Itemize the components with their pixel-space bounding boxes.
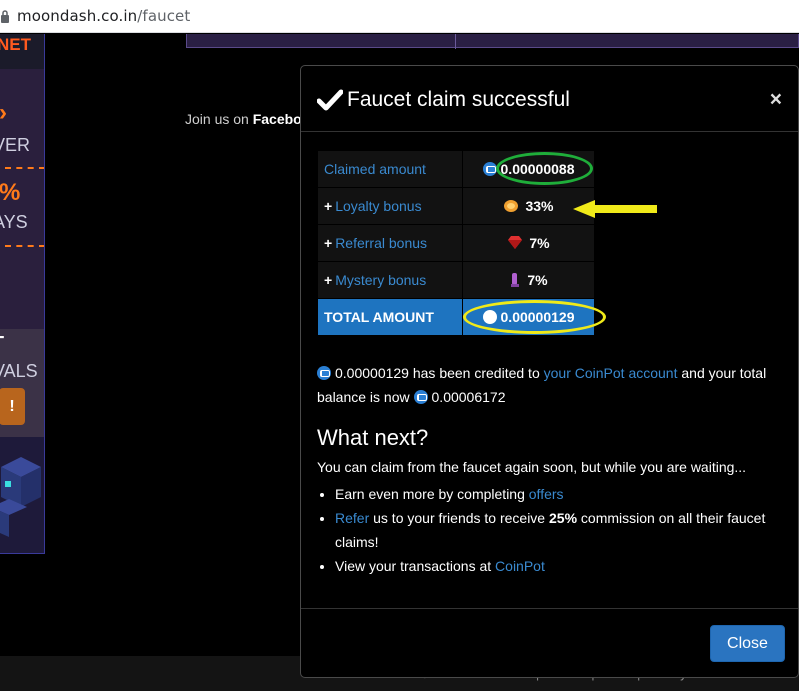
browser-address-bar[interactable]: moondash.co.in/faucet xyxy=(0,0,799,33)
dash-coin-icon xyxy=(482,310,497,324)
dash-coin-icon xyxy=(317,366,331,380)
claimed-amount-value: 0.00000088 xyxy=(500,161,575,177)
mystery-bonus-cell: 7% xyxy=(462,261,595,299)
referral-bonus-label: + Referral bonus xyxy=(317,224,463,262)
claim-soon-text: You can claim from the faucet again soon… xyxy=(317,459,747,475)
claimed-amount-link[interactable]: Claimed amount xyxy=(324,161,426,177)
total-amount-value: 0.00000129 xyxy=(500,309,575,325)
list-item-text: View your transactions at xyxy=(335,558,496,574)
checkmark-icon xyxy=(317,89,343,111)
loyalty-bonus-value: 33% xyxy=(525,198,554,214)
referral-bonus-cell: 7% xyxy=(462,224,595,262)
side-ad-divider-2 xyxy=(5,245,44,247)
side-ad-lower1: T xyxy=(0,333,4,354)
what-next-heading: What next? xyxy=(317,425,429,450)
loyalty-bonus-label: + Loyalty bonus xyxy=(317,187,463,225)
mystery-bonus-value: 7% xyxy=(527,272,548,288)
table-row-referral: + Referral bonus 7% xyxy=(317,224,595,262)
side-ad-banner[interactable]: NET › VER % AYS T VALS ! xyxy=(0,34,45,554)
credited-amount: 0.00000129 xyxy=(335,365,409,381)
table-row-loyalty: + Loyalty bonus 33% xyxy=(317,187,595,225)
total-amount-label: TOTAL AMOUNT xyxy=(317,298,463,336)
list-item: View your transactions at CoinPot xyxy=(335,554,775,578)
isometric-art-icon xyxy=(0,457,41,537)
list-item: Refer us to your friends to receive 25% … xyxy=(335,506,775,554)
table-row-claimed: Claimed amount 0.00000088 xyxy=(317,150,595,188)
offers-link[interactable]: offers xyxy=(529,486,564,502)
credit-text-1: has been credited to xyxy=(408,365,544,381)
total-amount-cell: 0.00000129 xyxy=(462,298,595,336)
table-row-total: TOTAL AMOUNT 0.00000129 xyxy=(317,298,595,336)
side-ad-button[interactable]: ! xyxy=(0,388,25,425)
claimed-amount-label: Claimed amount xyxy=(317,150,463,188)
coinpot-account-link[interactable]: your CoinPot account xyxy=(544,365,678,381)
refer-link[interactable]: Refer xyxy=(335,510,369,526)
modal-header: Faucet claim successful × xyxy=(301,66,798,132)
url-path: /faucet xyxy=(137,7,191,25)
list-item-text: Earn even more by completing xyxy=(335,486,529,502)
mystery-bonus-label: + Mystery bonus xyxy=(317,261,463,299)
ruby-gem-icon xyxy=(508,236,523,249)
side-ad-artwork xyxy=(0,437,44,553)
join-us-text: Join us on Faceboo xyxy=(185,111,310,127)
table-row-mystery: + Mystery bonus 7% xyxy=(317,261,595,299)
next-steps-list: Earn even more by completing offers Refe… xyxy=(335,482,775,578)
dash-coin-icon xyxy=(482,162,497,176)
side-ad-top: NET xyxy=(0,34,44,69)
top-ad-banner[interactable] xyxy=(186,34,799,49)
list-item-text: us to your friends to receive xyxy=(369,510,549,526)
loyalty-coin-icon xyxy=(504,200,519,212)
side-ad-lower2: VALS xyxy=(0,361,38,381)
yellow-arrow-icon xyxy=(573,200,657,218)
join-us-prefix: Join us on xyxy=(185,111,253,127)
claimed-amount-cell: 0.00000088 xyxy=(462,150,595,188)
side-ad-body: › VER % AYS xyxy=(0,69,44,329)
loyalty-bonus-link[interactable]: Loyalty bonus xyxy=(335,198,421,214)
modal-title-text: Faucet claim successful xyxy=(347,88,570,111)
close-x-icon[interactable]: × xyxy=(770,88,782,112)
referral-bonus-link[interactable]: Referral bonus xyxy=(335,235,427,251)
potion-icon xyxy=(511,273,520,287)
list-item: Earn even more by completing offers xyxy=(335,482,775,506)
claim-success-modal: Faucet claim successful × Claimed amount… xyxy=(300,65,799,678)
dash-coin-icon xyxy=(413,390,428,404)
referral-bonus-value: 7% xyxy=(529,235,550,251)
side-ad-orange-mark: › xyxy=(0,99,7,127)
side-ad-divider xyxy=(5,167,44,169)
side-ad-line2: AYS xyxy=(0,212,28,232)
side-ad-line1: VER xyxy=(0,135,31,155)
url-text[interactable]: moondash.co.in/faucet xyxy=(17,7,190,25)
side-ad-percent: % xyxy=(0,179,21,206)
plus-sign: + xyxy=(324,272,333,288)
commission-percent: 25% xyxy=(549,510,578,526)
modal-footer-divider xyxy=(301,608,798,609)
claim-table: Claimed amount 0.00000088 + Loyalty bonus… xyxy=(317,150,595,336)
total-balance: 0.00006172 xyxy=(431,389,506,405)
url-host: moondash.co.in xyxy=(17,7,138,25)
top-ad-divider xyxy=(455,34,456,49)
plus-sign: + xyxy=(324,198,333,214)
mystery-bonus-link[interactable]: Mystery bonus xyxy=(335,272,426,288)
plus-sign: + xyxy=(324,235,333,251)
coinpot-link[interactable]: CoinPot xyxy=(495,558,545,574)
lock-icon xyxy=(1,10,9,23)
modal-title: Faucet claim successful xyxy=(317,88,570,112)
credit-message: 0.00000129 has been credited to your Coi… xyxy=(317,361,777,409)
side-ad-brand: NET xyxy=(0,35,31,54)
close-button[interactable]: Close xyxy=(710,625,785,662)
